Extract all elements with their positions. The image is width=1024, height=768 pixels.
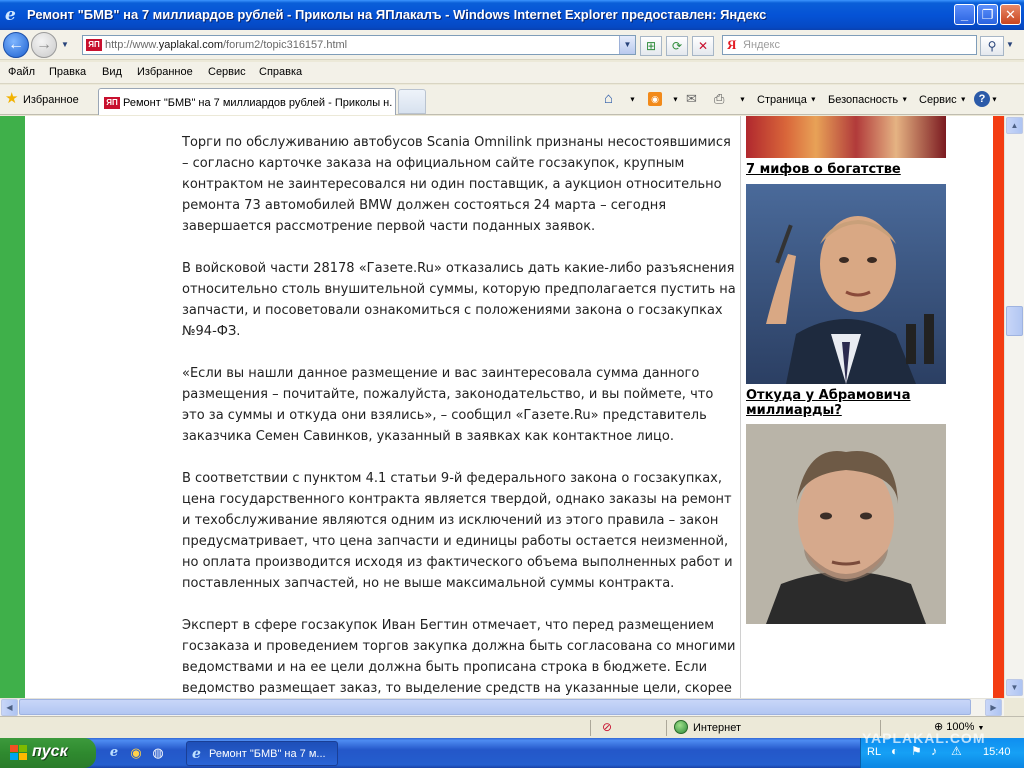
stop-icon[interactable]: ✕ <box>692 36 714 56</box>
portrait-photo-icon <box>746 424 946 624</box>
menu-view[interactable]: Вид <box>102 66 122 78</box>
watermark: YAPLAKAL.COM <box>862 730 986 746</box>
zone-label: Интернет <box>693 722 741 734</box>
ie-logo-icon: e <box>5 5 16 25</box>
quicklaunch-chrome-icon[interactable]: ◍ <box>150 745 166 761</box>
sidebar-photo-1[interactable] <box>746 184 946 384</box>
article-paragraph: Эксперт в сфере госзакупок Иван Бегтин о… <box>182 618 736 696</box>
taskbar-ie-icon: e <box>192 746 201 762</box>
close-button[interactable]: ✕ <box>1000 4 1021 25</box>
tray-icon[interactable]: ⚑ <box>911 744 922 758</box>
article-paragraph: «Если вы нашли данное размещение и вас з… <box>182 366 714 444</box>
rss-dropdown-icon[interactable]: ▼ <box>672 94 679 106</box>
address-input[interactable]: ЯП http://www.yaplakal.com/forum2/topic3… <box>82 35 636 55</box>
page-content: Торги по обслуживанию автобусов Scania O… <box>0 116 1004 698</box>
article-body: Торги по обслуживанию автобусов Scania O… <box>182 132 738 698</box>
mail-icon[interactable]: ✉ <box>686 91 697 107</box>
print-icon[interactable]: ⎙ <box>714 91 724 107</box>
horizontal-scrollbar[interactable]: ◀ ▶ <box>0 698 1004 716</box>
status-separator <box>590 720 591 736</box>
column-divider <box>740 116 741 698</box>
home-icon[interactable]: ⌂ <box>604 90 613 107</box>
sidebar-link-abramovich[interactable]: Откуда у Абрамовича миллиарды? <box>746 388 946 418</box>
start-button[interactable]: пуск <box>0 738 96 768</box>
print-dropdown-icon[interactable]: ▼ <box>739 94 746 106</box>
sidebar-photo-2[interactable] <box>746 424 946 624</box>
window-title-bar[interactable]: e Ремонт "БМВ" на 7 миллиардов рублей - … <box>0 0 1024 30</box>
tools-menu-button[interactable]: Сервис ▼ <box>919 94 967 106</box>
start-label: пуск <box>32 743 68 760</box>
scroll-down-icon[interactable]: ▼ <box>1006 679 1023 696</box>
safety-menu-button[interactable]: Безопасность ▼ <box>828 94 908 106</box>
site-favicon-icon: ЯП <box>86 39 102 51</box>
address-text: http://www.yaplakal.com/forum2/topic3161… <box>105 39 348 51</box>
tray-icon[interactable]: ⚠ <box>951 744 962 758</box>
yandex-logo-icon: Я <box>727 37 737 52</box>
portrait-photo-icon <box>746 184 946 384</box>
rss-icon[interactable]: ◉ <box>648 92 662 106</box>
tray-icon[interactable]: ♪ <box>931 744 937 758</box>
windows-flag-icon <box>10 745 27 760</box>
article-paragraph: В соответствии с пунктом 4.1 статьи 9-й … <box>182 471 733 591</box>
scroll-up-icon[interactable]: ▲ <box>1006 117 1023 134</box>
quicklaunch-media-icon[interactable]: ◉ <box>128 745 144 761</box>
menu-file[interactable]: Файл <box>8 66 35 78</box>
clock[interactable]: 15:40 <box>983 746 1011 758</box>
tab-bar: ★ Избранное ЯП Ремонт "БМВ" на 7 миллиар… <box>0 85 1024 115</box>
right-red-strip <box>993 116 1004 698</box>
sidebar-image-top[interactable] <box>746 116 946 158</box>
internet-zone-icon <box>674 720 688 734</box>
scroll-thumb[interactable] <box>1006 306 1023 336</box>
back-button[interactable]: ← <box>3 32 29 58</box>
refresh-icon[interactable]: ⟳ <box>666 36 688 56</box>
vertical-scrollbar[interactable]: ▲ ▼ <box>1004 116 1024 698</box>
help-icon[interactable]: ? <box>974 91 990 107</box>
menu-bar: Файл Правка Вид Избранное Сервис Справка <box>0 62 1024 84</box>
taskbar-item-label: Ремонт "БМВ" на 7 м... <box>209 748 326 760</box>
tab-active[interactable]: ЯП Ремонт "БМВ" на 7 миллиардов рублей -… <box>98 88 396 115</box>
forward-button[interactable]: → <box>31 32 57 58</box>
address-dropdown-icon[interactable]: ▼ <box>619 36 635 54</box>
language-indicator[interactable]: RL <box>867 746 881 758</box>
address-toolbar: ← → ▼ ЯП http://www.yaplakal.com/forum2/… <box>0 30 1024 60</box>
search-button-icon[interactable]: ⚲ <box>980 36 1004 56</box>
minimize-button[interactable]: _ <box>954 4 975 25</box>
window-title: Ремонт "БМВ" на 7 миллиардов рублей - Пр… <box>27 7 767 22</box>
article-paragraph: В войсковой части 28178 «Газете.Ru» отка… <box>182 261 736 339</box>
search-input[interactable]: Я Яндекс <box>722 35 977 55</box>
help-dropdown-icon[interactable]: ▼ <box>991 94 998 106</box>
search-options-icon[interactable]: ▼ <box>1006 40 1014 49</box>
tab-favicon-icon: ЯП <box>104 97 120 109</box>
popup-blocker-icon[interactable]: ⊘ <box>602 720 612 734</box>
compat-view-icon[interactable]: ⊞ <box>640 36 662 56</box>
maximize-button[interactable]: ❐ <box>977 4 998 25</box>
status-separator <box>666 720 667 736</box>
tray-icon[interactable]: ◐ <box>891 744 898 758</box>
quicklaunch-ie-icon[interactable]: e <box>106 745 122 761</box>
scroll-right-icon[interactable]: ▶ <box>985 699 1002 716</box>
hscroll-thumb[interactable] <box>19 699 971 715</box>
menu-edit[interactable]: Правка <box>49 66 86 78</box>
taskbar-item-ie[interactable]: e Ремонт "БМВ" на 7 м... <box>186 741 338 766</box>
menu-tools[interactable]: Сервис <box>208 66 246 78</box>
new-tab-button[interactable] <box>398 89 426 114</box>
scroll-left-icon[interactable]: ◀ <box>1 699 18 716</box>
favorites-star-icon[interactable]: ★ <box>5 91 18 107</box>
history-dropdown-icon[interactable]: ▼ <box>61 40 69 49</box>
favorites-button[interactable]: Избранное <box>23 94 79 106</box>
left-green-strip <box>0 116 25 698</box>
sidebar-link-myths[interactable]: 7 мифов о богатстве <box>746 162 946 177</box>
menu-help[interactable]: Справка <box>259 66 302 78</box>
article-paragraph: Торги по обслуживанию автобусов Scania O… <box>182 135 731 234</box>
search-placeholder: Яндекс <box>743 39 780 51</box>
tab-title: Ремонт "БМВ" на 7 миллиардов рублей - Пр… <box>123 97 393 109</box>
home-dropdown-icon[interactable]: ▼ <box>629 94 636 106</box>
taskbar: пуск e ◉ ◍ e Ремонт "БМВ" на 7 м... RL ◐… <box>0 730 1024 768</box>
page-menu-button[interactable]: Страница ▼ <box>757 94 817 106</box>
menu-favorites[interactable]: Избранное <box>137 66 193 78</box>
